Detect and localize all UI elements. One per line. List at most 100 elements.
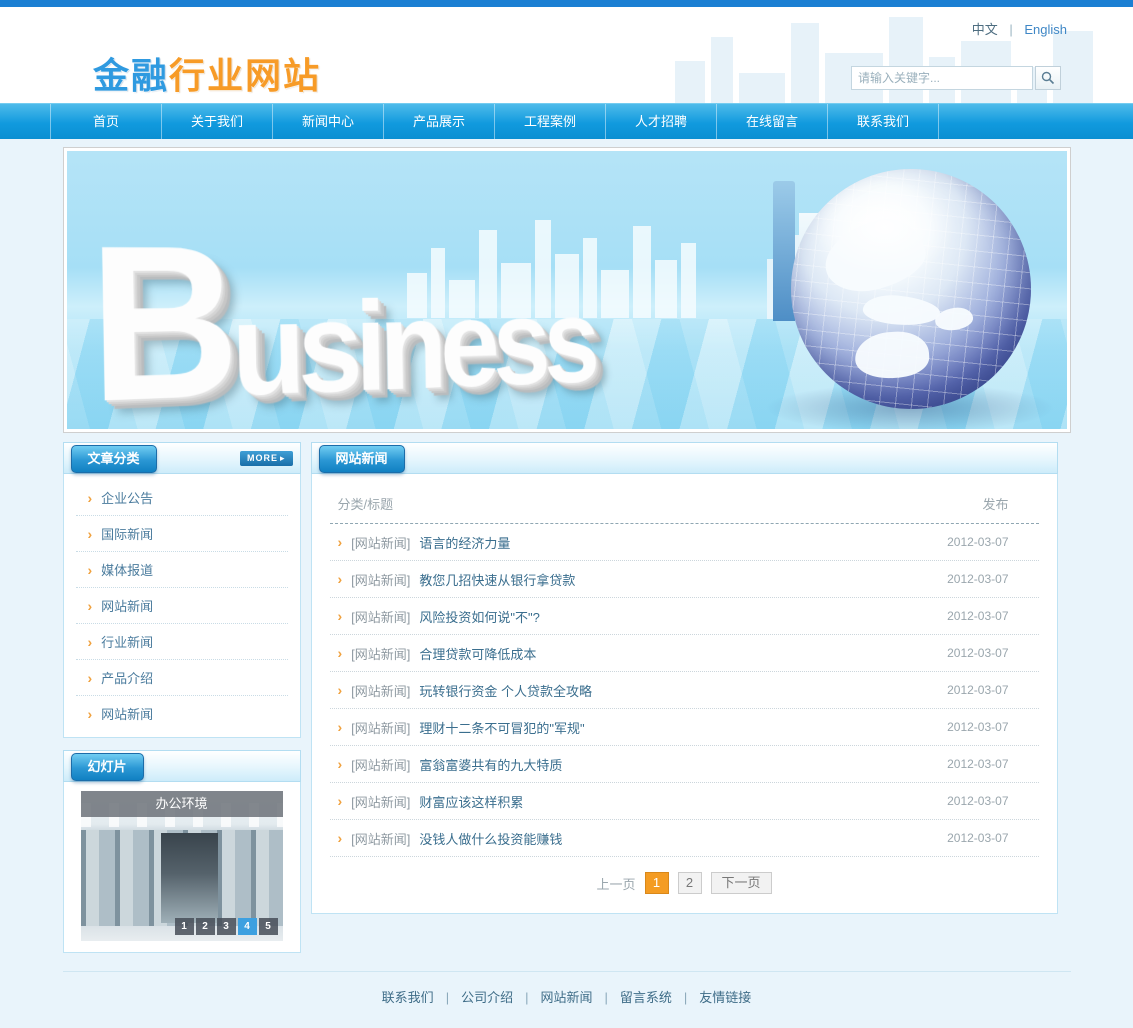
nav-item[interactable]: 新闻中心 bbox=[272, 104, 383, 139]
category-item[interactable]: › 国际新闻 bbox=[76, 516, 288, 552]
more-arrow-icon: ▸ bbox=[280, 453, 286, 463]
category-item[interactable]: › 网站新闻 bbox=[76, 588, 288, 624]
news-row[interactable]: › [网站新闻] 富翁富婆共有的九大特质 2012-03-07 bbox=[330, 746, 1039, 783]
prev-page-link[interactable]: 上一页 bbox=[596, 874, 635, 893]
arrow-icon: › bbox=[88, 527, 93, 541]
footer-links: 联系我们 公司介绍 网站新闻 留言系统 友情链接 bbox=[63, 987, 1071, 1006]
news-row-left: › [网站新闻] 财富应该这样积累 bbox=[330, 792, 899, 811]
arrow-icon: › bbox=[338, 757, 343, 771]
page-number[interactable]: 1 bbox=[645, 872, 669, 894]
nav-item[interactable]: 产品展示 bbox=[383, 104, 494, 139]
slide-pager-number[interactable]: 4 bbox=[238, 918, 257, 935]
column-header-title: 分类/标题 bbox=[330, 494, 899, 513]
nav-item[interactable]: 在线留言 bbox=[716, 104, 827, 139]
slideshow-panel-header: 幻灯片 bbox=[63, 750, 301, 782]
category-label: 网站新闻 bbox=[101, 704, 153, 723]
news-title-tab: 网站新闻 bbox=[319, 445, 405, 473]
top-accent-strip bbox=[0, 0, 1133, 7]
category-item[interactable]: › 网站新闻 bbox=[76, 696, 288, 731]
slide-pager-number[interactable]: 5 bbox=[259, 918, 278, 935]
nav-item[interactable]: 人才招聘 bbox=[605, 104, 716, 139]
news-row-left: › [网站新闻] 没钱人做什么投资能赚钱 bbox=[330, 829, 899, 848]
category-label: 国际新闻 bbox=[101, 524, 153, 543]
footer-link[interactable]: 留言系统 bbox=[593, 987, 672, 1006]
category-item[interactable]: › 企业公告 bbox=[76, 480, 288, 516]
news-title-link[interactable]: 没钱人做什么投资能赚钱 bbox=[419, 829, 562, 848]
news-category: [网站新闻] bbox=[351, 718, 410, 737]
nav-item[interactable]: 关于我们 bbox=[161, 104, 272, 139]
globe-highlight-graphic bbox=[815, 179, 954, 275]
categories-panel-header: 文章分类 MORE▸ bbox=[63, 442, 301, 474]
news-date: 2012-03-07 bbox=[899, 683, 1039, 697]
news-row[interactable]: › [网站新闻] 语言的经济力量 2012-03-07 bbox=[330, 524, 1039, 561]
category-label: 媒体报道 bbox=[101, 560, 153, 579]
arrow-icon: › bbox=[338, 609, 343, 623]
news-title-link[interactable]: 风险投资如何说"不"? bbox=[419, 607, 539, 626]
slide-pager-number[interactable]: 1 bbox=[175, 918, 194, 935]
news-category: [网站新闻] bbox=[351, 755, 410, 774]
news-title-link[interactable]: 理财十二条不可冒犯的"军规" bbox=[419, 718, 584, 737]
news-row[interactable]: › [网站新闻] 理财十二条不可冒犯的"军规" 2012-03-07 bbox=[330, 709, 1039, 746]
footer-link[interactable]: 友情链接 bbox=[672, 987, 751, 1006]
logo-text-primary: 金融 bbox=[93, 55, 169, 96]
news-category: [网站新闻] bbox=[351, 681, 410, 700]
category-item[interactable]: › 媒体报道 bbox=[76, 552, 288, 588]
search-button[interactable] bbox=[1035, 66, 1061, 90]
slideshow-panel: 幻灯片 办公环境 1 2 3 bbox=[63, 750, 301, 953]
news-title-link[interactable]: 合理贷款可降低成本 bbox=[419, 644, 536, 663]
category-label: 网站新闻 bbox=[101, 596, 153, 615]
page-number[interactable]: 2 bbox=[678, 872, 702, 894]
footer-link[interactable]: 网站新闻 bbox=[513, 987, 592, 1006]
more-button[interactable]: MORE▸ bbox=[240, 451, 293, 466]
nav-item[interactable]: 首页 bbox=[50, 104, 161, 139]
footer-link[interactable]: 联系我们 bbox=[382, 987, 434, 1006]
arrow-icon: › bbox=[88, 635, 93, 649]
news-row[interactable]: › [网站新闻] 合理贷款可降低成本 2012-03-07 bbox=[330, 635, 1039, 672]
category-item[interactable]: › 行业新闻 bbox=[76, 624, 288, 660]
news-date: 2012-03-07 bbox=[899, 646, 1039, 660]
news-category: [网站新闻] bbox=[351, 644, 410, 663]
header: 金融行业网站 中文 | English bbox=[0, 7, 1133, 103]
slide-pager-number[interactable]: 2 bbox=[196, 918, 215, 935]
news-row[interactable]: › [网站新闻] 教您几招快速从银行拿贷款 2012-03-07 bbox=[330, 561, 1039, 598]
footer: 联系我们 公司介绍 网站新闻 留言系统 友情链接 bbox=[63, 971, 1071, 1028]
news-row[interactable]: › [网站新闻] 玩转银行资金 个人贷款全攻略 2012-03-07 bbox=[330, 672, 1039, 709]
site-logo[interactable]: 金融行业网站 bbox=[93, 47, 321, 99]
news-title-link[interactable]: 语言的经济力量 bbox=[419, 533, 510, 552]
footer-link[interactable]: 公司介绍 bbox=[434, 987, 513, 1006]
news-row[interactable]: › [网站新闻] 风险投资如何说"不"? 2012-03-07 bbox=[330, 598, 1039, 635]
news-title-link[interactable]: 玩转银行资金 个人贷款全攻略 bbox=[419, 681, 592, 700]
news-title-link[interactable]: 财富应该这样积累 bbox=[419, 792, 523, 811]
category-label: 企业公告 bbox=[101, 488, 153, 507]
lang-link-chinese[interactable]: 中文 bbox=[972, 22, 998, 37]
news-date: 2012-03-07 bbox=[899, 572, 1039, 586]
news-row[interactable]: › [网站新闻] 财富应该这样积累 2012-03-07 bbox=[330, 783, 1039, 820]
news-date: 2012-03-07 bbox=[899, 720, 1039, 734]
category-item[interactable]: › 产品介绍 bbox=[76, 660, 288, 696]
next-page-button[interactable]: 下一页 bbox=[711, 872, 772, 894]
page-number-list: 1 2 bbox=[645, 872, 702, 894]
news-row[interactable]: › [网站新闻] 没钱人做什么投资能赚钱 2012-03-07 bbox=[330, 820, 1039, 857]
nav-item[interactable]: 联系我们 bbox=[827, 104, 939, 139]
news-title-link[interactable]: 富翁富婆共有的九大特质 bbox=[419, 755, 562, 774]
lang-link-english[interactable]: English bbox=[1024, 22, 1067, 37]
news-title-link[interactable]: 教您几招快速从银行拿贷款 bbox=[419, 570, 575, 589]
news-category: [网站新闻] bbox=[351, 533, 410, 552]
search-input[interactable] bbox=[851, 66, 1033, 90]
language-switcher: 中文 | English bbox=[972, 19, 1067, 38]
news-panel-body: 分类/标题 发布 › [网站新闻] 语言的经济力量 2012-03-07 bbox=[311, 474, 1058, 914]
slide-pager-number[interactable]: 3 bbox=[217, 918, 236, 935]
categories-list: › 企业公告 › 国际新闻 › 媒体报道 › bbox=[63, 474, 301, 738]
arrow-icon: › bbox=[338, 720, 343, 734]
arrow-icon: › bbox=[88, 599, 93, 613]
article-categories-panel: 文章分类 MORE▸ › 企业公告 › 国际新闻 › bbox=[63, 442, 301, 738]
arrow-icon: › bbox=[338, 646, 343, 660]
nav-list: 首页 关于我们 新闻中心 产品展示 工程案例 人才招聘 在线留言 联系我们 bbox=[0, 104, 1133, 139]
news-row-left: › [网站新闻] 富翁富婆共有的九大特质 bbox=[330, 755, 899, 774]
arrow-icon: › bbox=[88, 707, 93, 721]
nav-item[interactable]: 工程案例 bbox=[494, 104, 605, 139]
category-label: 行业新闻 bbox=[101, 632, 153, 651]
more-label: MORE bbox=[247, 453, 278, 463]
column-header-date: 发布 bbox=[899, 494, 1039, 513]
news-row-left: › [网站新闻] 风险投资如何说"不"? bbox=[330, 607, 899, 626]
